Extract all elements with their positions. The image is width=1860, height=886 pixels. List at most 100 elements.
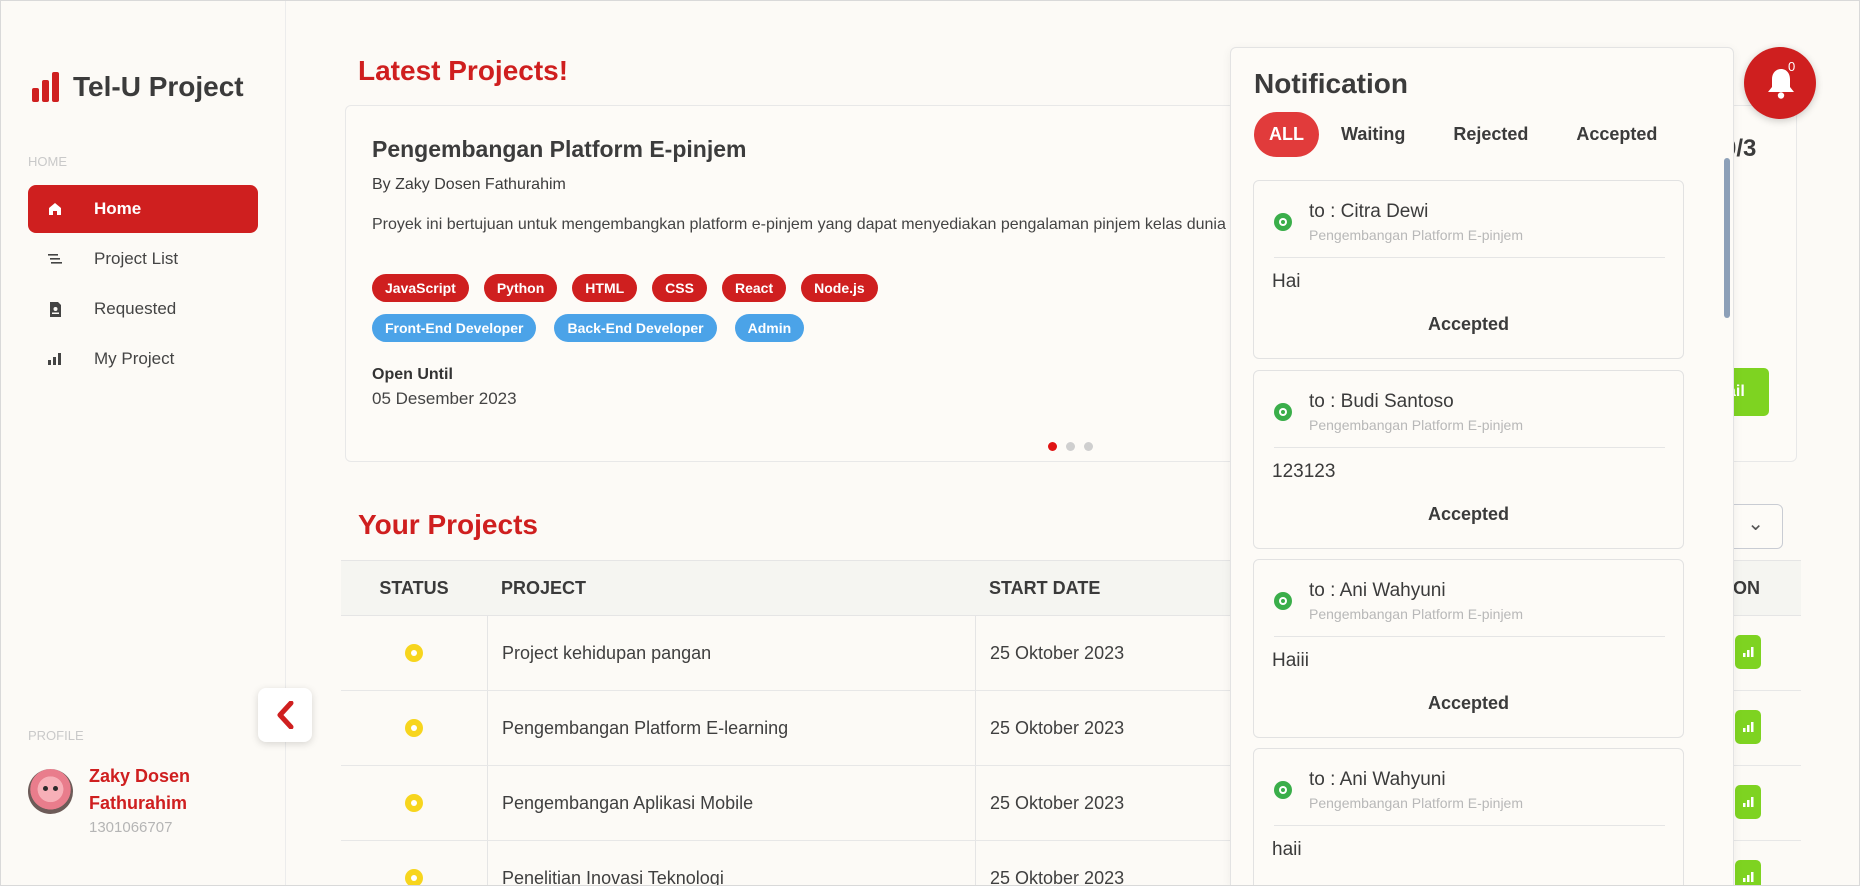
tab-accepted[interactable]: Accepted (1552, 112, 1681, 157)
project-start-date: 25 Oktober 2023 (975, 691, 1124, 765)
notification-recipient: to : Ani Wahyuni (1309, 580, 1446, 601)
open-until-date: 05 Desember 2023 (372, 389, 517, 408)
column-status: STATUS (379, 577, 449, 598)
divider (1274, 636, 1665, 637)
section-label-home: HOME (28, 154, 67, 169)
project-stats-button[interactable] (1735, 710, 1761, 744)
app-window: Tel-U Project HOME Home Project List Req… (0, 0, 1860, 886)
notification-recipient: to : Citra Dewi (1309, 201, 1429, 222)
sidebar-item-label: Requested (94, 299, 177, 318)
tab-waiting[interactable]: Waiting (1317, 112, 1429, 157)
notification-project: Pengembangan Platform E-pinjem (1309, 417, 1524, 433)
notification-message: Hai (1272, 271, 1301, 292)
tab-all[interactable]: ALL (1254, 112, 1319, 157)
sidebar-item-home[interactable]: Home (28, 185, 258, 233)
project-name: Project kehidupan pangan (487, 616, 975, 690)
notification-recipient: to : Budi Santoso (1309, 391, 1454, 412)
column-project: PROJECT (501, 577, 587, 598)
avatar (28, 769, 73, 814)
notification-project: Pengembangan Platform E-pinjem (1309, 795, 1524, 811)
project-start-date: 25 Oktober 2023 (975, 616, 1124, 690)
profile-name: Zaky Dosen Fathurahim (89, 766, 191, 813)
list-icon (46, 250, 64, 268)
project-stats-button[interactable] (1735, 635, 1761, 669)
sidebar-item-label: Home (94, 199, 142, 218)
divider (1274, 447, 1665, 448)
latest-projects-title: Latest Projects! (358, 55, 569, 86)
notification-item[interactable]: to : Citra Dewi Pengembangan Platform E-… (1253, 180, 1684, 359)
open-until-label: Open Until (372, 366, 453, 383)
project-title: Pengembangan Platform E-pinjem (372, 136, 747, 162)
sidebar-item-label: Project List (94, 249, 179, 268)
tab-rejected[interactable]: Rejected (1429, 112, 1552, 157)
status-dot-icon (1274, 781, 1292, 799)
bar-chart-icon (1742, 872, 1753, 882)
document-icon (46, 300, 64, 318)
home-icon (46, 200, 64, 218)
sidebar: Tel-U Project HOME Home Project List Req… (1, 1, 286, 885)
role-tags: Front-End Developer Back-End Developer A… (372, 314, 805, 342)
carousel-dot-active[interactable] (1048, 442, 1057, 451)
collapse-sidebar-button[interactable] (258, 688, 312, 742)
app-name: Tel-U Project (73, 71, 244, 102)
bar-chart-logo-icon (32, 72, 59, 102)
column-action: ON (1733, 577, 1760, 598)
notification-status: Accepted (1427, 504, 1510, 524)
tech-tag: Python (483, 274, 558, 302)
notification-project: Pengembangan Platform E-pinjem (1309, 606, 1524, 622)
status-indicator (405, 794, 423, 812)
project-name: Pengembangan Aplikasi Mobile (487, 766, 975, 840)
profile-id: 1301066707 (89, 819, 173, 836)
sidebar-item-my-project[interactable]: My Project (28, 335, 258, 383)
project-stats-button[interactable] (1735, 860, 1761, 885)
carousel-dot[interactable] (1084, 442, 1093, 451)
notification-scrollbar[interactable] (1724, 158, 1730, 318)
project-name: Penelitian Inovasi Teknologi (487, 841, 975, 885)
notification-count-badge: 0 (1788, 59, 1796, 74)
notification-message: 123123 (1272, 461, 1336, 482)
status-dot-icon (1274, 403, 1292, 421)
sidebar-item-project-list[interactable]: Project List (28, 235, 258, 283)
status-indicator (405, 719, 423, 737)
project-author: By Zaky Dosen Fathurahim (372, 176, 566, 193)
sidebar-item-requested[interactable]: Requested (28, 285, 258, 333)
role-tag: Front-End Developer (372, 314, 537, 342)
column-start-date: START DATE (989, 577, 1101, 598)
notification-title: Notification (1254, 68, 1408, 99)
tech-tag: HTML (572, 274, 638, 302)
project-description: Proyek ini bertujuan untuk mengembangkan… (372, 216, 1226, 233)
notification-tabs: ALL Waiting Rejected Accepted (1254, 112, 1681, 157)
role-tag: Back-End Developer (554, 314, 717, 342)
status-dot-icon (1274, 213, 1292, 231)
status-dot-icon (1274, 592, 1292, 610)
status-indicator (405, 644, 423, 662)
notification-status: Accepted (1427, 693, 1510, 713)
project-start-date: 25 Oktober 2023 (975, 766, 1124, 840)
carousel-dot[interactable] (1066, 442, 1075, 451)
notification-bell-button[interactable]: 0 (1744, 47, 1816, 119)
notification-recipient: to : Ani Wahyuni (1309, 769, 1446, 790)
user-profile[interactable]: Zaky Dosen Fathurahim 1301066707 (28, 763, 219, 836)
bar-chart-icon (1742, 647, 1753, 657)
chevron-left-icon (277, 701, 294, 729)
sidebar-nav: Home Project List Requested My Project (28, 185, 258, 385)
notification-item[interactable]: to : Budi Santoso Pengembangan Platform … (1253, 370, 1684, 549)
bar-chart-icon (46, 350, 64, 368)
divider (1274, 257, 1665, 258)
section-label-profile: PROFILE (28, 728, 84, 743)
notification-item[interactable]: to : Ani Wahyuni Pengembangan Platform E… (1253, 559, 1684, 738)
tech-tag: Node.js (801, 274, 878, 302)
sidebar-item-label: My Project (94, 349, 175, 368)
bar-chart-icon (1742, 797, 1753, 807)
app-logo[interactable]: Tel-U Project (32, 71, 244, 103)
divider (1274, 825, 1665, 826)
project-start-date: 25 Oktober 2023 (975, 841, 1124, 885)
notification-status: Accepted (1427, 314, 1510, 334)
project-stats-button[interactable] (1735, 785, 1761, 819)
tech-tag: JavaScript (372, 274, 469, 302)
your-projects-title: Your Projects (358, 509, 538, 540)
notification-message: Haiii (1272, 650, 1309, 671)
status-indicator (405, 869, 423, 885)
tech-tags: JavaScript Python HTML CSS React Node.js (372, 274, 878, 302)
notification-item[interactable]: to : Ani Wahyuni Pengembangan Platform E… (1253, 748, 1684, 885)
